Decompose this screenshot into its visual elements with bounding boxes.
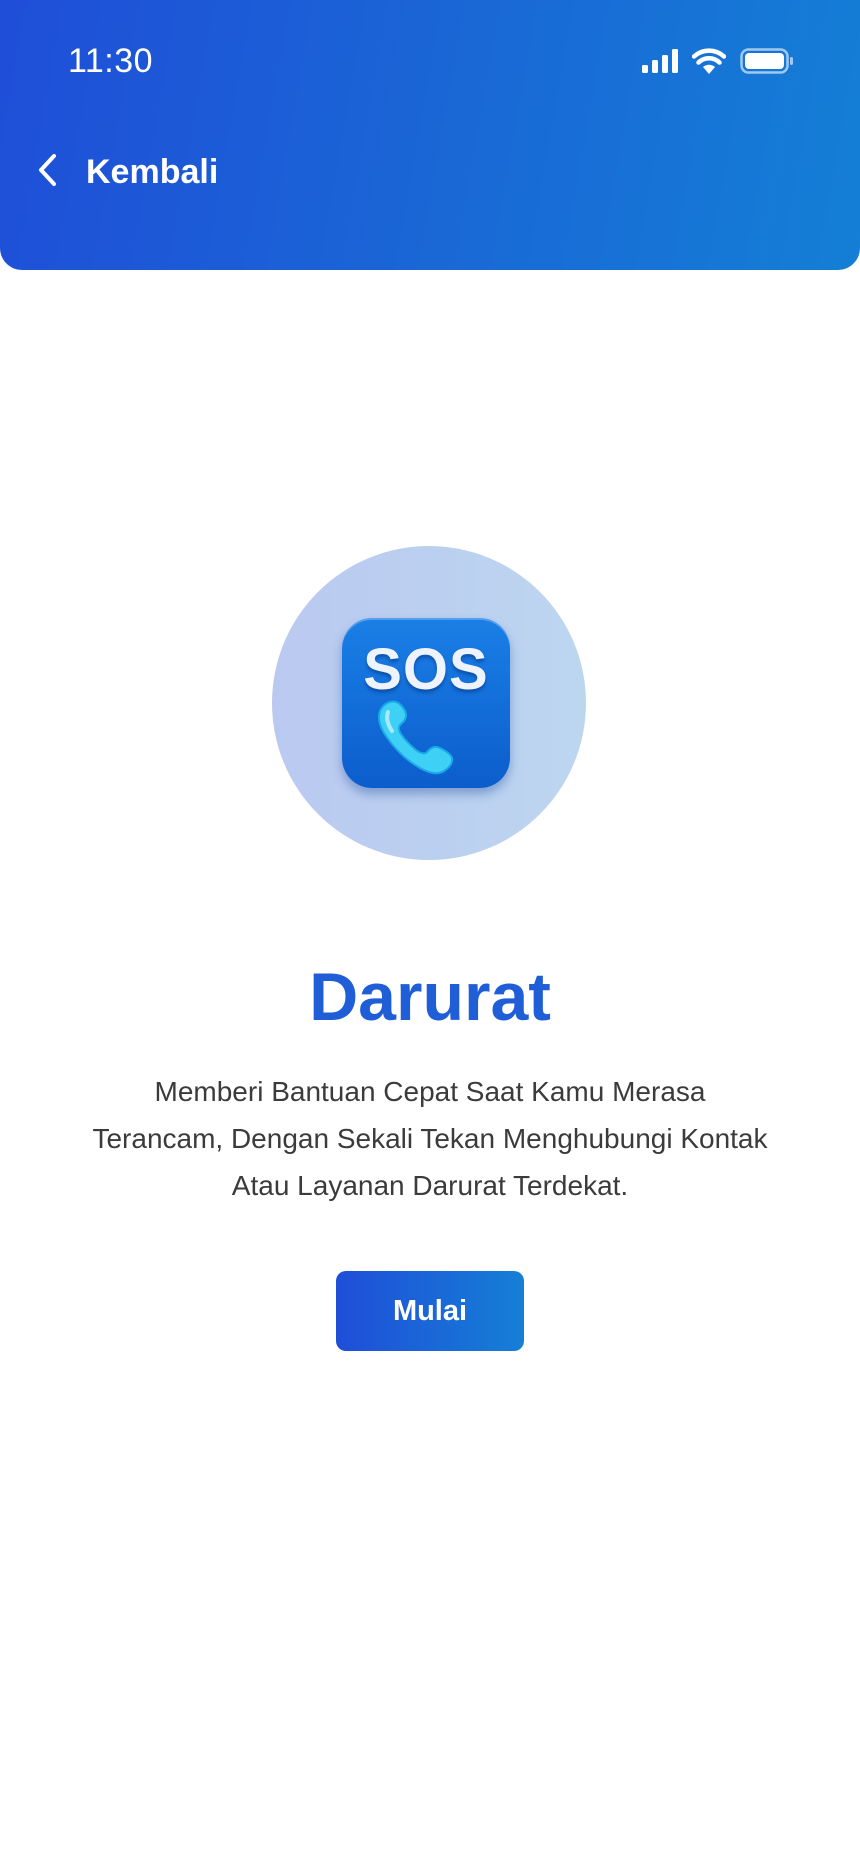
status-time: 11:30: [68, 42, 154, 80]
page-description: Memberi Bantuan Cepat Saat Kamu Merasa T…: [92, 1076, 768, 1201]
signal-icon: [642, 49, 678, 73]
sos-label: SOS: [363, 637, 489, 702]
battery-icon: [740, 48, 794, 74]
header: 11:30 Kembali: [0, 0, 860, 270]
back-label: Kembali: [86, 153, 219, 191]
phone-icon: [374, 696, 460, 785]
wifi-icon: [692, 48, 726, 74]
page-title: Darurat: [309, 959, 551, 1035]
hero-illustration: SOS: [272, 546, 586, 860]
status-bar: 11:30: [0, 0, 860, 130]
chevron-left-icon: [34, 152, 64, 193]
status-icons: [642, 48, 794, 74]
sos-app-icon: SOS: [342, 618, 510, 788]
start-button[interactable]: Mulai: [336, 1271, 524, 1351]
back-button[interactable]: Kembali: [34, 152, 218, 193]
